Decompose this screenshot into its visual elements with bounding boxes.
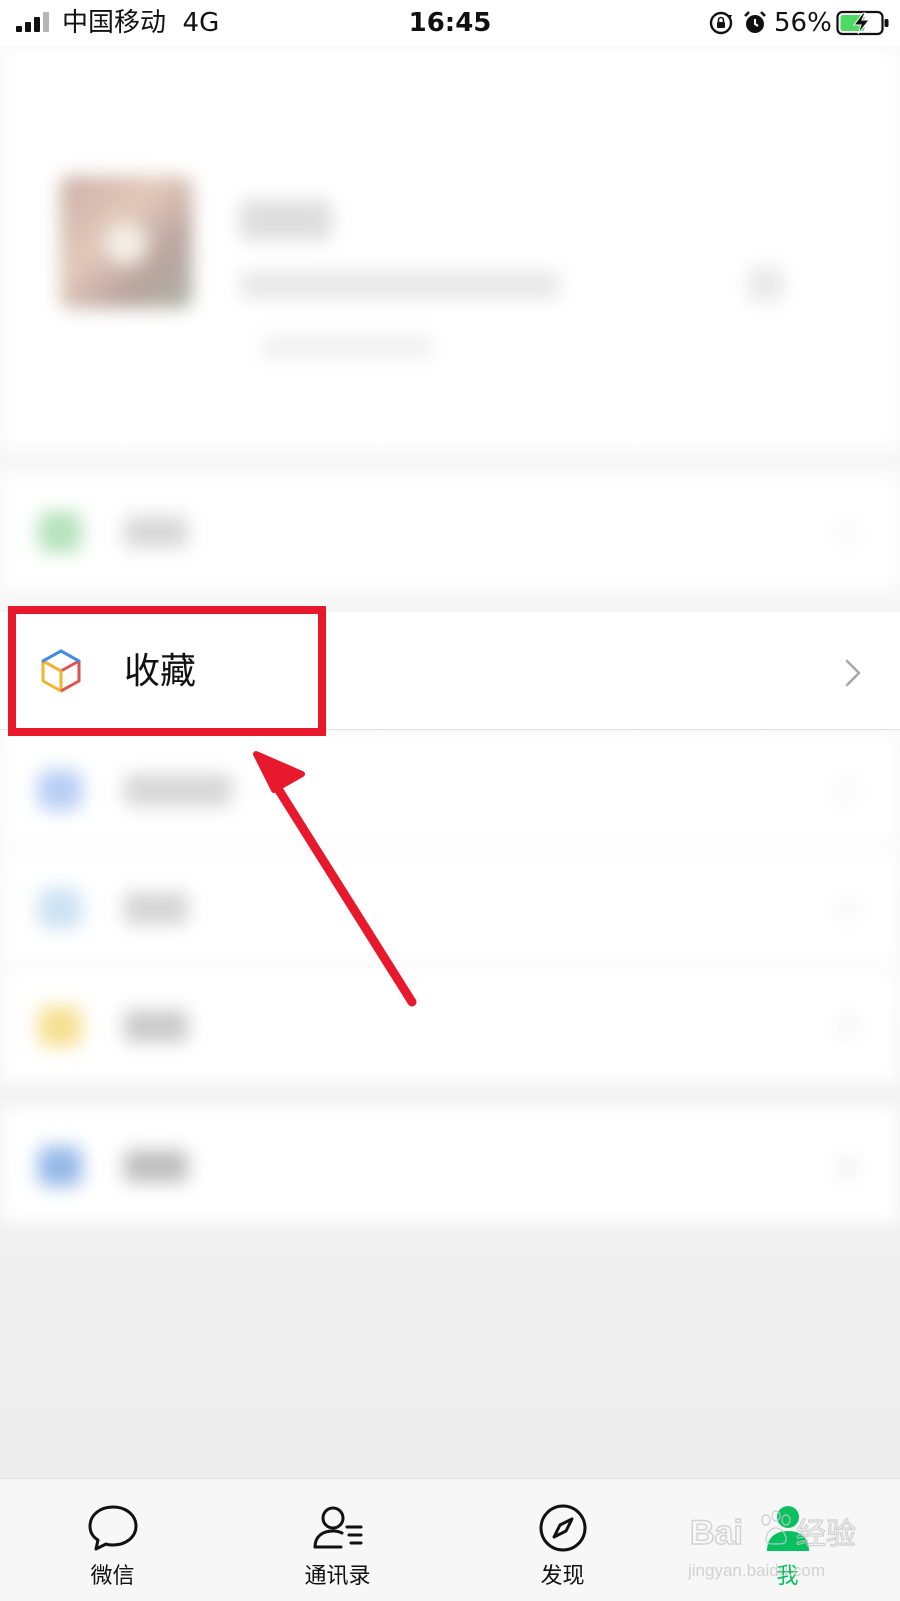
- annotation-arrow: [253, 751, 417, 1007]
- compass-icon: [539, 1504, 586, 1552]
- menu-row-settings: [0, 1106, 900, 1224]
- profile-status-blur: [262, 336, 432, 358]
- cards-icon: [38, 888, 82, 928]
- pay-icon: [38, 512, 82, 552]
- menu-row-emoji: [0, 966, 900, 1084]
- tab-discover[interactable]: 发现: [450, 1479, 675, 1601]
- svg-text:经验: 经验: [796, 1517, 856, 1552]
- tab-contacts[interactable]: 通讯录: [225, 1479, 450, 1601]
- battery-charging-icon: [836, 10, 889, 36]
- moments-icon: [38, 770, 82, 810]
- svg-text:Bai: Bai: [690, 1514, 743, 1552]
- svg-text:jingyan.baidu.com: jingyan.baidu.com: [687, 1561, 825, 1580]
- baidu-watermark: Bai 经验 jingyan.baidu.com: [687, 1510, 857, 1580]
- rotation-lock-icon: [709, 11, 733, 35]
- paw-icon: [761, 1510, 791, 1545]
- settings-icon: [38, 1146, 82, 1186]
- emoji-icon: [38, 1006, 82, 1046]
- tab-chats[interactable]: 微信: [0, 1479, 225, 1601]
- chevron-right-icon: [845, 659, 861, 687]
- avatar: [60, 176, 192, 308]
- menu-row-cards: [0, 848, 900, 966]
- status-bar: 中国移动 4G 16:45 56%: [0, 0, 900, 46]
- profile-card: [0, 46, 900, 450]
- profile-id-blur: [240, 272, 560, 298]
- blurred-content: [0, 0, 900, 1600]
- tab-label: 通讯录: [304, 1564, 371, 1589]
- contacts-icon: [313, 1506, 362, 1549]
- qr-code-blur: [748, 266, 784, 302]
- tab-label: 发现: [540, 1564, 585, 1589]
- menu-row-moments: [0, 730, 900, 848]
- menu-row-pay: [0, 472, 900, 590]
- battery-percentage: 56%: [774, 8, 832, 38]
- alarm-icon: [744, 11, 766, 33]
- profile-name-blur: [240, 200, 332, 240]
- chat-bubble-icon: [88, 1505, 137, 1551]
- tab-label: 微信: [90, 1564, 135, 1589]
- highlight-box: [8, 606, 326, 736]
